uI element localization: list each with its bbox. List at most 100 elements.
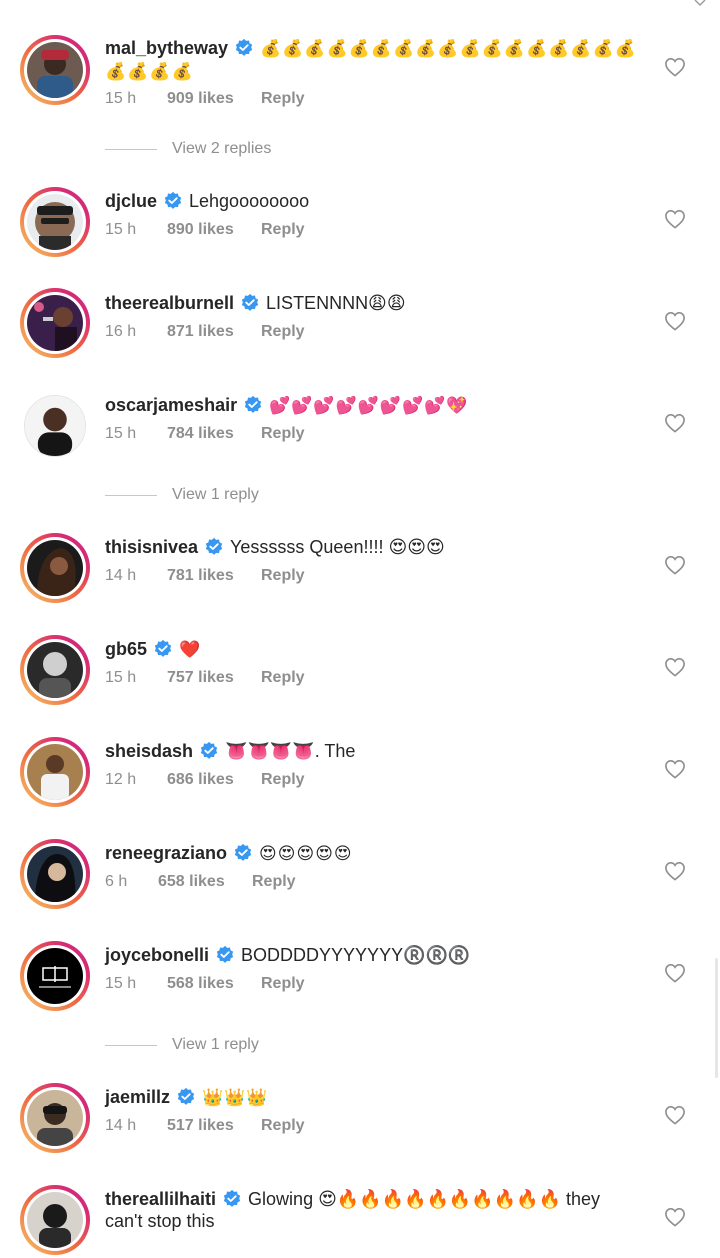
comment-username[interactable]: gb65 xyxy=(105,639,147,659)
view-replies-label: View 1 reply xyxy=(172,486,259,503)
like-count[interactable]: 568 likes xyxy=(167,974,261,994)
like-button[interactable] xyxy=(664,963,686,983)
comment-text: 💕💕💕💕💕💕💕💕💖 xyxy=(269,396,469,415)
like-count[interactable]: 757 likes xyxy=(167,668,261,688)
comment-text: 💰💰💰💰💰💰💰💰💰💰💰💰💰💰💰💰💰 xyxy=(260,39,637,58)
like-button[interactable] xyxy=(664,555,686,575)
comment-timestamp: 15 h xyxy=(105,425,137,442)
comment-text: 👑👑👑 xyxy=(202,1088,269,1107)
reply-button[interactable]: Reply xyxy=(261,323,305,340)
heart-outline-icon xyxy=(665,657,685,677)
heart-outline-icon xyxy=(665,1207,685,1227)
comment-username[interactable]: reneegraziano xyxy=(105,843,227,863)
comment-timestamp: 14 h xyxy=(105,567,137,584)
verified-badge-icon xyxy=(244,395,262,413)
comment-username[interactable]: sheisdash xyxy=(105,741,193,761)
comment-username[interactable]: theerealburnell xyxy=(105,293,234,313)
avatar[interactable] xyxy=(20,35,90,105)
comment-timestamp: 15 h xyxy=(105,90,137,107)
like-count[interactable]: 686 likes xyxy=(167,770,261,790)
like-button[interactable] xyxy=(664,209,686,229)
verified-badge-icon xyxy=(234,843,252,861)
verified-badge-icon xyxy=(177,1087,195,1105)
avatar[interactable] xyxy=(20,839,90,909)
verified-badge-icon xyxy=(200,741,218,759)
reply-button[interactable]: Reply xyxy=(261,1117,305,1134)
comment-text: 👅👅👅👅. The xyxy=(225,741,356,761)
like-count[interactable]: 909 likes xyxy=(167,89,261,109)
verified-badge-icon xyxy=(223,1189,241,1207)
comment-timestamp: 16 h xyxy=(105,323,137,340)
reply-button[interactable]: Reply xyxy=(261,425,305,442)
comment-timestamp: 6 h xyxy=(105,873,128,890)
heart-outline-icon xyxy=(665,57,685,77)
comment-timestamp: 15 h xyxy=(105,669,137,686)
like-count[interactable]: 784 likes xyxy=(167,424,261,444)
avatar[interactable] xyxy=(20,635,90,705)
view-replies-label: View 2 replies xyxy=(172,140,272,157)
comment-text: Yessssss Queen!!!! 😍😍😍 xyxy=(230,537,445,557)
comment-username[interactable]: thereallilhaiti xyxy=(105,1189,216,1209)
comment-text-continued: 💰💰💰💰 xyxy=(105,62,194,81)
avatar[interactable] xyxy=(20,1083,90,1153)
comment-timestamp: 15 h xyxy=(105,975,137,992)
reply-button[interactable]: Reply xyxy=(261,669,305,686)
chevron-icon xyxy=(694,0,706,6)
heart-outline-icon xyxy=(665,759,685,779)
comment-text: Glowing 😍🔥🔥🔥🔥🔥🔥🔥🔥🔥🔥 they xyxy=(248,1189,600,1209)
comment-username[interactable]: djclue xyxy=(105,191,157,211)
like-button[interactable] xyxy=(664,413,686,433)
reply-button[interactable]: Reply xyxy=(252,873,296,890)
comment-username[interactable]: thisisnivea xyxy=(105,537,198,557)
reply-button[interactable]: Reply xyxy=(261,567,305,584)
heart-outline-icon xyxy=(665,555,685,575)
comment-timestamp: 14 h xyxy=(105,1117,137,1134)
scrollbar[interactable] xyxy=(715,958,718,1078)
comment-text: ❤️ xyxy=(179,640,202,659)
like-count[interactable]: 781 likes xyxy=(167,566,261,586)
comment-text: LISTENNNN😩😩 xyxy=(266,293,406,313)
reply-button[interactable]: Reply xyxy=(261,771,305,788)
avatar[interactable] xyxy=(20,187,90,257)
view-replies-label: View 1 reply xyxy=(172,1036,259,1053)
verified-badge-icon xyxy=(241,293,259,311)
like-count[interactable]: 658 likes xyxy=(158,872,252,892)
comment-username[interactable]: oscarjameshair xyxy=(105,395,237,415)
reply-button[interactable]: Reply xyxy=(261,90,305,107)
like-button[interactable] xyxy=(664,657,686,677)
like-count[interactable]: 517 likes xyxy=(167,1116,261,1136)
comments-list: mal_bytheway 💰💰💰💰💰💰💰💰💰💰💰💰💰💰💰💰💰 💰💰💰💰 15 h 9… xyxy=(0,0,720,1258)
like-button[interactable] xyxy=(664,311,686,331)
avatar[interactable] xyxy=(20,533,90,603)
comment-text: 😍😍😍😍😍 xyxy=(259,844,353,863)
verified-badge-icon xyxy=(164,191,182,209)
verified-badge-icon xyxy=(154,639,172,657)
comment-text-continued: can't stop this xyxy=(105,1211,215,1231)
verified-badge-icon xyxy=(205,537,223,555)
like-button[interactable] xyxy=(664,861,686,881)
verified-badge-icon xyxy=(216,945,234,963)
heart-outline-icon xyxy=(665,963,685,983)
like-button[interactable] xyxy=(664,1207,686,1227)
comment-username[interactable]: joycebonelli xyxy=(105,945,209,965)
avatar[interactable] xyxy=(20,391,90,461)
verified-badge-icon xyxy=(235,38,253,56)
like-button[interactable] xyxy=(664,57,686,77)
like-count[interactable]: 871 likes xyxy=(167,322,261,342)
reply-button[interactable]: Reply xyxy=(261,221,305,238)
avatar[interactable] xyxy=(20,1185,90,1255)
comment-username[interactable]: mal_bytheway xyxy=(105,38,228,58)
reply-button[interactable]: Reply xyxy=(261,975,305,992)
like-button[interactable] xyxy=(664,759,686,779)
comment-text: BODDDDYYYYYYY®️®️®️ xyxy=(241,945,471,965)
heart-outline-icon xyxy=(665,861,685,881)
comment-text: Lehgoooooooo xyxy=(189,191,310,211)
heart-outline-icon xyxy=(665,311,685,331)
comment-username[interactable]: jaemillz xyxy=(105,1087,170,1107)
avatar[interactable] xyxy=(20,288,90,358)
heart-outline-icon xyxy=(665,209,685,229)
like-count[interactable]: 890 likes xyxy=(167,220,261,240)
avatar[interactable] xyxy=(20,737,90,807)
like-button[interactable] xyxy=(664,1105,686,1125)
avatar[interactable] xyxy=(20,941,90,1011)
